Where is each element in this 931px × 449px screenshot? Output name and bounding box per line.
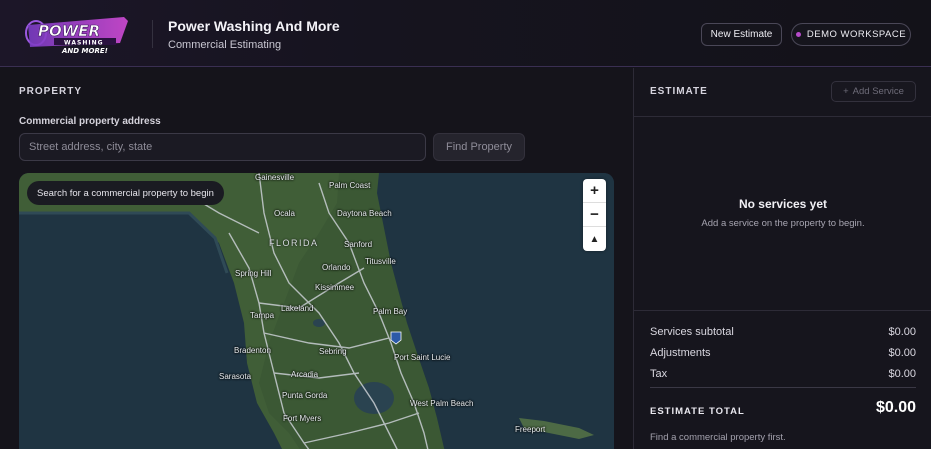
map-city-label: Sarasota [219, 372, 252, 381]
map-zoom-controls: + − ▲ [583, 179, 606, 251]
adjustments-row: Adjustments $0.00 [650, 347, 916, 359]
company-subtitle: Commercial Estimating [168, 39, 282, 51]
map-city-label: Arcadia [291, 370, 319, 379]
company-logo[interactable]: POWER WASHING AND MORE! [24, 11, 132, 57]
empty-state-title: No services yet [738, 197, 828, 211]
find-property-button[interactable]: Find Property [433, 133, 525, 161]
map-state-label: FLORIDA [269, 238, 319, 248]
map-city-label: Bradenton [234, 346, 271, 355]
empty-state-subtitle: Add a service on the property to begin. [701, 218, 865, 229]
map-tiles [19, 173, 614, 449]
workspace-badge-label: DEMO WORKSPACE [806, 29, 907, 40]
tax-label: Tax [650, 368, 668, 380]
status-dot-icon [795, 32, 801, 37]
app-header: POWER WASHING AND MORE! Power Washing An… [0, 0, 931, 67]
plus-icon: + [843, 86, 849, 97]
svg-text:WASHING: WASHING [64, 40, 104, 47]
estimate-totals: Services subtotal $0.00 Adjustments $0.0… [634, 310, 931, 449]
map-city-label: Palm Coast [329, 181, 371, 190]
map-city-label: Ocala [274, 209, 295, 218]
map-city-label: Tampa [250, 311, 275, 320]
estimate-panel: ESTIMATE + Add Service No services yet A… [633, 68, 931, 449]
map-tooltip: Search for a commercial property to begi… [27, 181, 224, 205]
compass-icon[interactable]: ▲ [583, 227, 606, 251]
map-city-label: Titusville [365, 257, 396, 266]
estimate-total-note: Find a commercial property first. [650, 432, 786, 443]
zoom-in-icon[interactable]: + [583, 179, 606, 203]
map-city-label: Daytona Beach [337, 209, 392, 218]
subtotal-row: Services subtotal $0.00 [650, 326, 916, 338]
property-panel: PROPERTY Commercial property address Fin… [0, 68, 633, 449]
map-city-label: Orlando [322, 263, 351, 272]
company-name: Power Washing And More [168, 18, 340, 34]
map-city-label: Sanford [344, 240, 373, 249]
map-city-label: Port Saint Lucie [394, 353, 451, 362]
estimate-total-value: $0.00 [875, 399, 916, 416]
tax-value: $0.00 [888, 368, 916, 380]
map-city-label: Palm Bay [373, 307, 408, 316]
add-service-label: Add Service [852, 86, 904, 97]
svg-text:AND MORE!: AND MORE! [61, 47, 108, 55]
adjustments-label: Adjustments [650, 347, 711, 359]
estimate-header: ESTIMATE + Add Service [634, 68, 931, 117]
subtotal-value: $0.00 [888, 326, 916, 338]
header-divider [152, 20, 153, 48]
add-service-button[interactable]: + Add Service [831, 81, 916, 102]
estimate-section-title: ESTIMATE [650, 86, 708, 97]
map-city-label: Lakeland [281, 304, 314, 313]
totals-divider [650, 387, 916, 388]
address-label: Commercial property address [19, 116, 161, 127]
map-city-label: Freeport [515, 425, 546, 434]
map-city-label: Sebring [319, 347, 347, 356]
adjustments-value: $0.00 [888, 347, 916, 359]
property-section-title: PROPERTY [19, 86, 83, 97]
map-city-label: West Palm Beach [410, 399, 474, 408]
new-estimate-button[interactable]: New Estimate [701, 23, 782, 46]
estimate-total-label: ESTIMATE TOTAL [650, 406, 745, 417]
workspace-badge[interactable]: DEMO WORKSPACE [791, 23, 911, 46]
svg-text:POWER: POWER [38, 22, 100, 40]
map-city-label: Kissimmee [315, 283, 355, 292]
tax-row: Tax $0.00 [650, 368, 916, 380]
property-map[interactable]: FLORIDA Gainesville Palm Coast Ocala Day… [19, 173, 614, 449]
map-city-label: Punta Gorda [282, 391, 328, 400]
map-city-label: Spring Hill [235, 269, 272, 278]
zoom-out-icon[interactable]: − [583, 203, 606, 227]
map-city-label: Gainesville [255, 173, 295, 182]
address-input[interactable] [19, 133, 426, 161]
subtotal-label: Services subtotal [650, 326, 734, 338]
map-city-label: Fort Myers [283, 414, 322, 423]
